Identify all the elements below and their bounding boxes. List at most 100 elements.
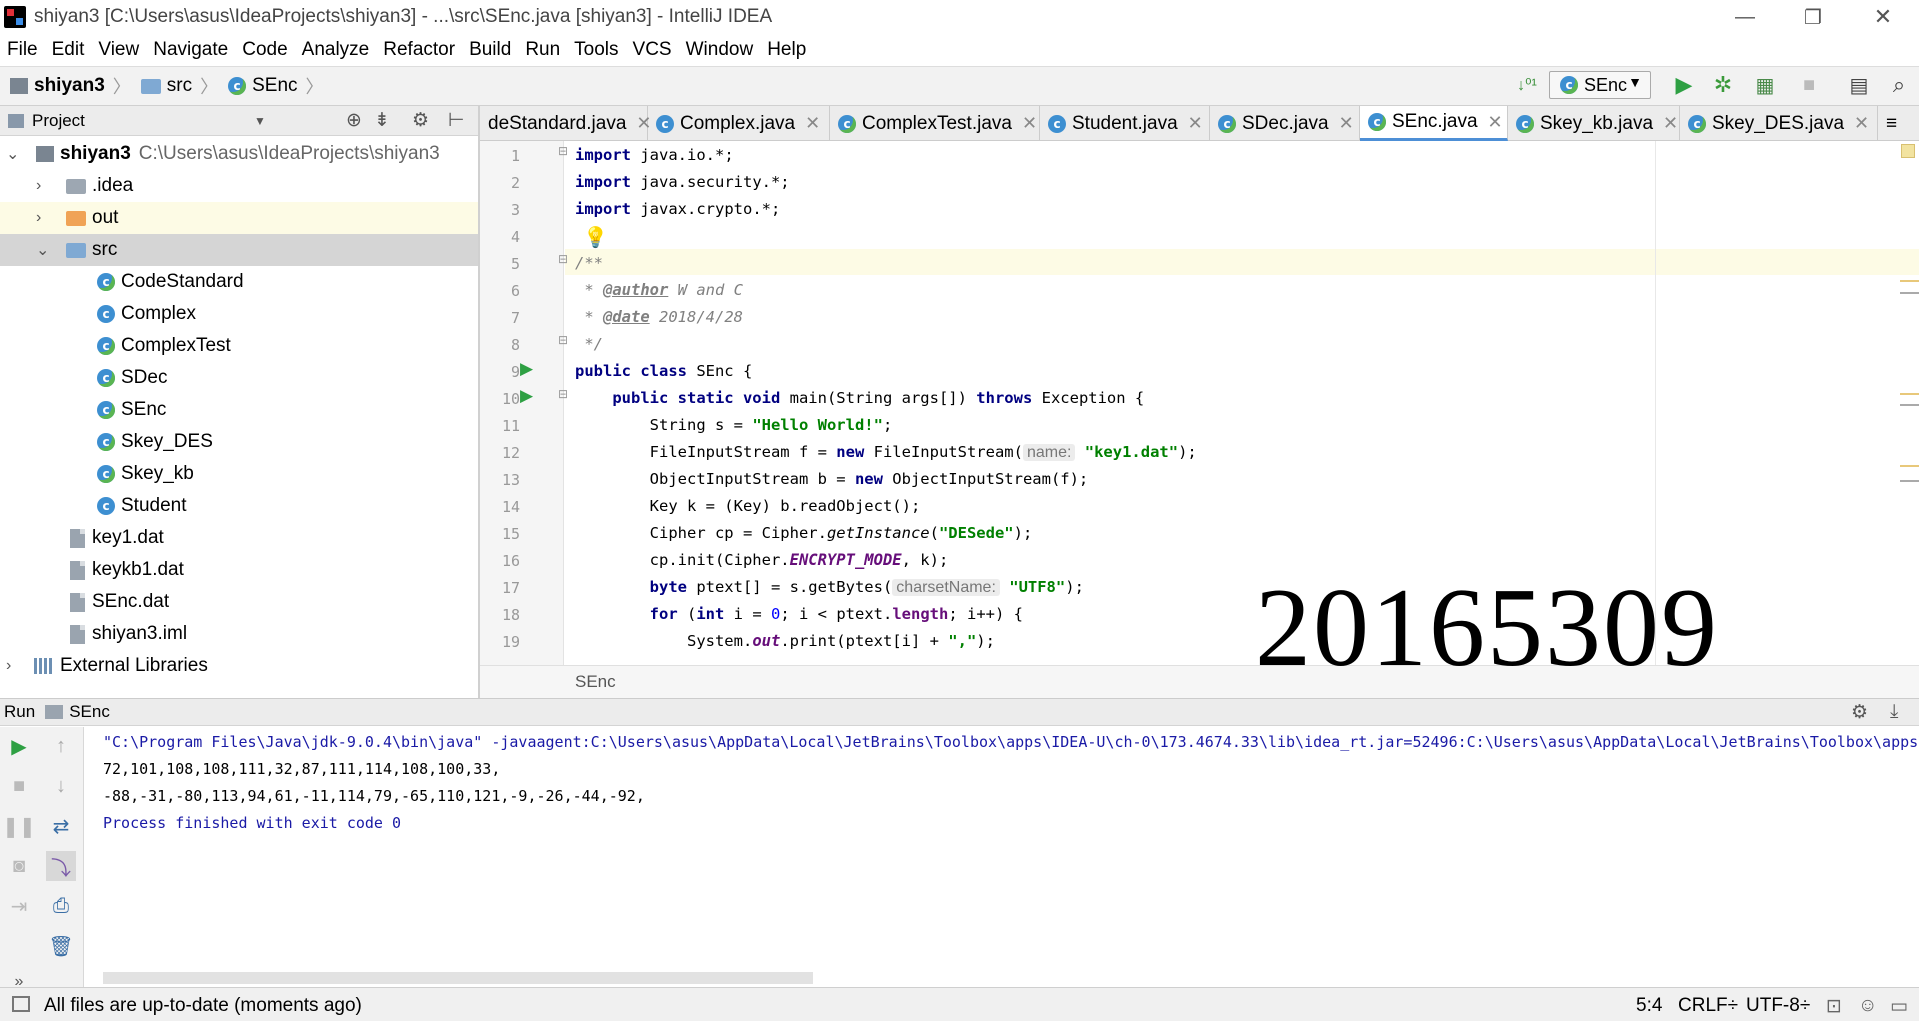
menu-tools[interactable]: Tools <box>567 39 625 61</box>
chevron-down-icon[interactable]: ⌄ <box>6 144 19 164</box>
menu-refactor[interactable]: Refactor <box>376 39 462 61</box>
tree-item-complextest[interactable]: c ComplexTest <box>0 330 478 362</box>
lightbulb-icon[interactable]: 💡 <box>583 225 608 250</box>
close-icon[interactable]: ✕ <box>1488 112 1503 133</box>
run-panel-title[interactable]: Run <box>4 702 35 722</box>
tree-item-sdec[interactable]: c SDec <box>0 362 478 394</box>
tab-complextest[interactable]: c ComplexTest.java ✕ <box>830 106 1040 141</box>
tab-senc[interactable]: c SEnc.java ✕ <box>1360 106 1508 141</box>
scroll-down-icon[interactable]: ↓ <box>46 771 76 801</box>
chevron-right-icon[interactable]: › <box>36 209 41 227</box>
menu-help[interactable]: Help <box>760 39 813 61</box>
menu-build[interactable]: Build <box>462 39 518 61</box>
chevron-right-icon[interactable]: › <box>6 657 11 675</box>
menu-edit[interactable]: Edit <box>45 39 92 61</box>
breadcrumb-folder[interactable]: src 〉 <box>140 73 218 99</box>
tree-item-codestandard[interactable]: c CodeStandard <box>0 266 478 298</box>
soft-wrap-icon[interactable]: ⇄ <box>46 811 76 841</box>
fold-icon[interactable]: ⊟ <box>558 144 568 158</box>
error-stripe-mark[interactable] <box>1900 292 1919 294</box>
fold-icon[interactable]: ⊟ <box>558 387 568 401</box>
tab-codestandard[interactable]: deStandard.java ✕ <box>480 106 651 141</box>
camera-icon[interactable]: ◙ <box>4 851 34 881</box>
menu-vcs[interactable]: VCS <box>626 39 679 61</box>
fold-icon[interactable]: ⊟ <box>558 333 568 347</box>
chevron-right-icon[interactable]: › <box>36 177 41 195</box>
gear-icon[interactable]: ⚙ <box>412 109 429 132</box>
tree-item-shiyan3[interactable]: ⌄ shiyan3 C:\Users\asus\IdeaProjects\shi… <box>0 138 478 170</box>
close-icon[interactable]: ✕ <box>1663 113 1678 134</box>
tree-item-idea[interactable]: › .idea <box>0 170 478 202</box>
coverage-icon[interactable]: ▦ <box>1750 70 1780 100</box>
event-log-icon[interactable]: ▭ <box>1890 995 1908 1018</box>
tabs-overflow-button[interactable]: ≡ <box>1878 106 1919 141</box>
tree-item-student[interactable]: c Student <box>0 490 478 522</box>
breadcrumb-project[interactable]: shiyan3 〉 <box>10 73 131 99</box>
menu-window[interactable]: Window <box>679 39 761 61</box>
tab-skey-des[interactable]: c Skey_DES.java ✕ <box>1680 106 1878 141</box>
tab-sdec[interactable]: c SDec.java ✕ <box>1210 106 1360 141</box>
breadcrumb-file[interactable]: c SEnc 〉 <box>228 73 324 99</box>
inspection-status-icon[interactable] <box>1901 144 1915 158</box>
gear-icon[interactable]: ⚙ <box>1851 701 1868 724</box>
project-structure-icon[interactable]: ▤ <box>1844 70 1874 100</box>
trash-icon[interactable]: 🗑 <box>46 931 76 961</box>
file-encoding[interactable]: UTF-8÷ <box>1746 995 1810 1017</box>
tree-item-complex[interactable]: c Complex <box>0 298 478 330</box>
horizontal-scrollbar[interactable] <box>103 972 813 984</box>
caret-position[interactable]: 5:4 <box>1636 995 1662 1017</box>
close-icon[interactable]: ✕ <box>1188 113 1203 134</box>
project-panel-title[interactable]: Project <box>32 111 85 131</box>
minimize-button[interactable]: — <box>1710 0 1780 34</box>
tab-student[interactable]: c Student.java ✕ <box>1040 106 1210 141</box>
collapse-icon[interactable]: ⇟ <box>374 109 390 132</box>
search-icon[interactable]: ⌕ <box>1884 70 1914 100</box>
locate-icon[interactable]: ⊕ <box>346 109 362 132</box>
error-stripe-mark[interactable] <box>1900 393 1919 395</box>
fold-icon[interactable]: ⊟ <box>558 252 568 266</box>
tree-item-senc[interactable]: c SEnc <box>0 394 478 426</box>
tree-item-external-libraries[interactable]: › External Libraries <box>0 650 478 682</box>
run-gutter-icon[interactable]: ▶ <box>520 359 533 379</box>
lock-icon[interactable]: ⊡ <box>1826 995 1842 1018</box>
menu-view[interactable]: View <box>91 39 146 61</box>
run-config-dropdown[interactable]: c SEnc ▼ <box>1549 71 1651 99</box>
close-button[interactable]: ✕ <box>1848 0 1918 34</box>
hide-panel-icon[interactable]: ⤓ <box>1890 701 1898 723</box>
exit-icon[interactable]: ⇥ <box>4 891 34 921</box>
menu-code[interactable]: Code <box>235 39 294 61</box>
chevron-down-icon[interactable]: ⌄ <box>36 240 49 260</box>
run-config-tab[interactable]: SEnc <box>69 702 110 722</box>
tree-item-skey-kb[interactable]: c Skey_kb <box>0 458 478 490</box>
run-icon[interactable]: ▶ <box>1669 70 1699 100</box>
stop-icon[interactable]: ■ <box>4 771 34 801</box>
close-icon[interactable]: ✕ <box>1022 113 1037 134</box>
close-icon[interactable]: ✕ <box>805 113 820 134</box>
inspector-icon[interactable]: ☺ <box>1858 995 1877 1017</box>
tab-complex[interactable]: c Complex.java ✕ <box>648 106 830 141</box>
scroll-up-icon[interactable]: ↑ <box>46 731 76 761</box>
line-separator[interactable]: CRLF÷ <box>1678 995 1738 1017</box>
tree-item-src[interactable]: ⌄ src <box>0 234 478 266</box>
tab-skey-kb[interactable]: c Skey_kb.java ✕ <box>1508 106 1680 141</box>
toggle-tool-windows-icon[interactable] <box>12 996 30 1012</box>
editor-breadcrumb[interactable]: SEnc <box>575 672 616 692</box>
menu-file[interactable]: File <box>0 39 45 61</box>
tree-item-senc-dat[interactable]: SEnc.dat <box>0 586 478 618</box>
tree-item-keykb1-dat[interactable]: keykb1.dat <box>0 554 478 586</box>
rerun-icon[interactable]: ▶ <box>4 731 34 761</box>
stop-icon[interactable]: ■ <box>1794 70 1824 100</box>
hide-panel-icon[interactable]: ⊢ <box>448 109 465 132</box>
menu-navigate[interactable]: Navigate <box>146 39 235 61</box>
run-gutter-icon[interactable]: ▶ <box>520 386 533 406</box>
error-stripe-mark[interactable] <box>1900 280 1919 282</box>
scroll-to-end-icon[interactable]: ⤵ <box>46 851 76 881</box>
error-stripe-mark[interactable] <box>1900 404 1919 406</box>
print-icon[interactable]: ⎙ <box>46 891 76 921</box>
close-icon[interactable]: ✕ <box>1854 113 1869 134</box>
tree-item-skey-des[interactable]: c Skey_DES <box>0 426 478 458</box>
chevron-down-icon[interactable]: ▼ <box>254 114 266 128</box>
update-sort-icon[interactable]: ↓⁰¹ <box>1512 70 1542 100</box>
restore-button[interactable]: ❐ <box>1778 0 1848 34</box>
debug-icon[interactable]: ✲ <box>1708 70 1738 100</box>
